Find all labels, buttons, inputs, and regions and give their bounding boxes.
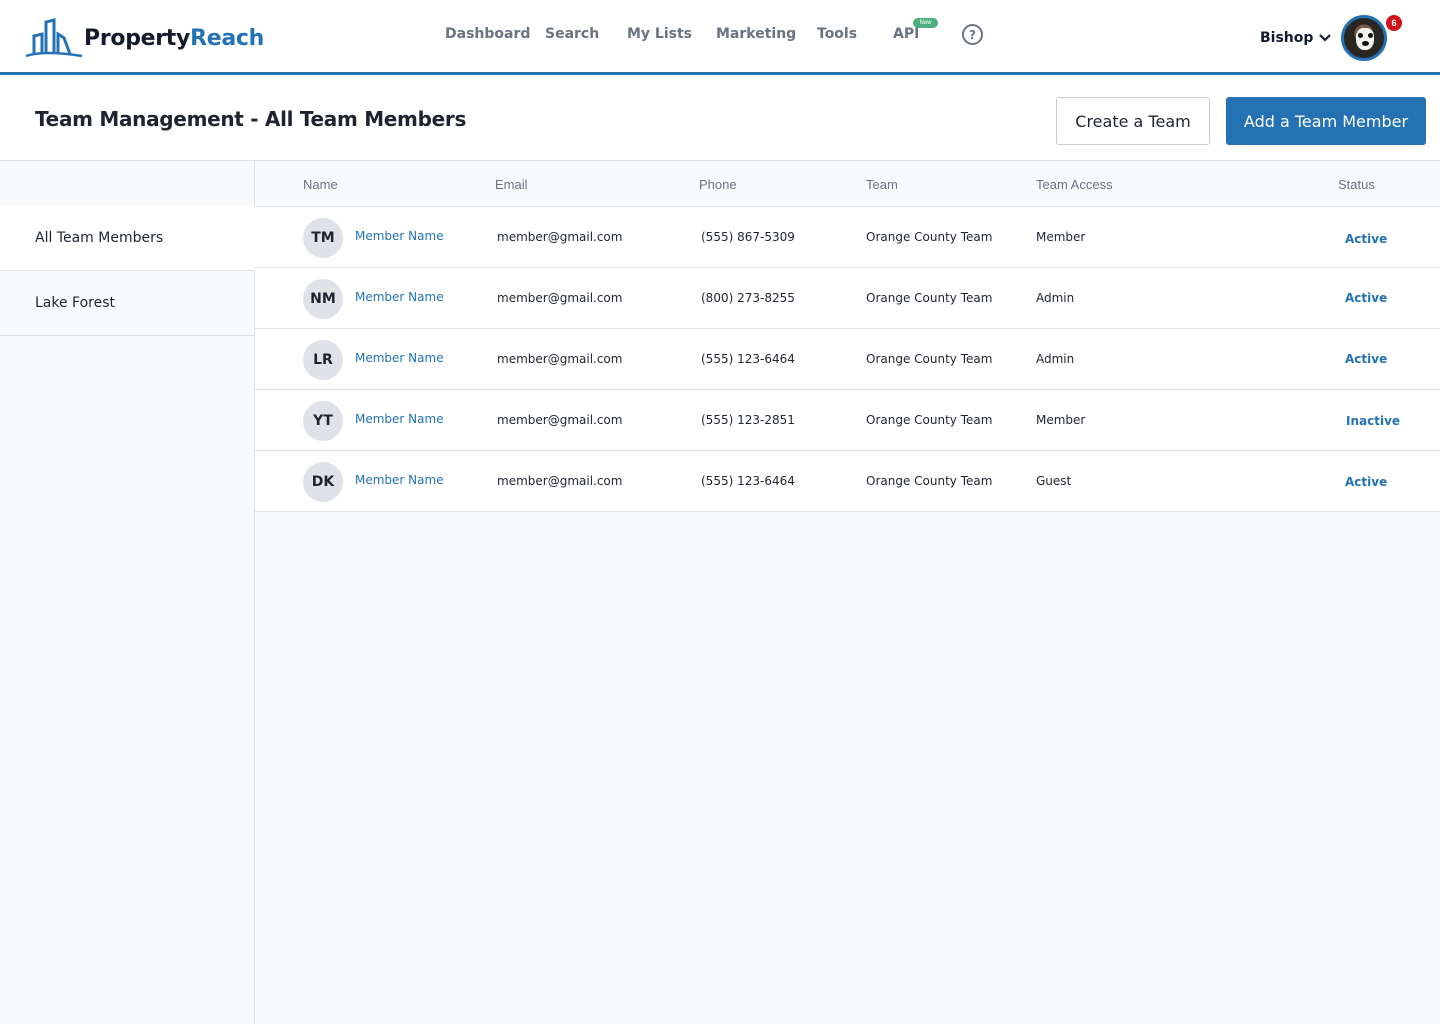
member-phone: (555) 123-2851: [701, 413, 795, 427]
top-navigation-bar: PropertyReach Dashboard Search My Lists …: [0, 0, 1440, 75]
notification-count-badge[interactable]: 6: [1386, 15, 1402, 31]
column-header-phone[interactable]: Phone: [699, 177, 737, 192]
avatar-image: [1341, 15, 1387, 61]
member-team: Orange County Team: [866, 413, 993, 427]
member-name-link[interactable]: Member Name: [355, 351, 444, 365]
member-access: Member: [1036, 413, 1086, 427]
user-name: Bishop: [1260, 30, 1314, 46]
member-email: member@gmail.com: [497, 413, 623, 427]
page-title: Team Management - All Team Members: [35, 107, 467, 131]
member-phone: (555) 123-6464: [701, 474, 795, 488]
member-access: Admin: [1036, 291, 1075, 305]
member-phone: (800) 273-8255: [701, 291, 795, 305]
nav-marketing[interactable]: Marketing: [716, 26, 796, 42]
member-initials-avatar: DK: [303, 462, 343, 502]
table-row[interactable]: TM Member Name member@gmail.com (555) 86…: [255, 207, 1440, 268]
member-access: Guest: [1036, 474, 1072, 488]
member-team: Orange County Team: [866, 474, 993, 488]
member-name-link[interactable]: Member Name: [355, 473, 444, 487]
team-sidebar: All Team Members Lake Forest: [0, 161, 255, 1024]
building-logo-icon: [25, 18, 83, 58]
team-members-table: Name Email Phone Team Team Access Status…: [255, 161, 1440, 512]
nav-my-lists[interactable]: My Lists: [627, 26, 692, 42]
help-circle-icon[interactable]: ?: [962, 24, 983, 45]
sidebar-item-all-team-members[interactable]: All Team Members: [0, 206, 255, 271]
member-email: member@gmail.com: [497, 352, 623, 366]
table-header: Name Email Phone Team Team Access Status: [255, 161, 1440, 207]
user-menu[interactable]: Bishop: [1260, 30, 1332, 46]
member-name-link[interactable]: Member Name: [355, 229, 444, 243]
member-phone: (555) 123-6464: [701, 352, 795, 366]
table-row[interactable]: YT Member Name member@gmail.com (555) 12…: [255, 390, 1440, 451]
status-badge[interactable]: Active: [1345, 475, 1387, 489]
member-initials-avatar: YT: [303, 401, 343, 441]
status-badge[interactable]: Inactive: [1346, 414, 1400, 428]
page-header: Team Management - All Team Members Creat…: [0, 75, 1440, 161]
add-team-member-button[interactable]: Add a Team Member: [1226, 97, 1426, 145]
status-badge[interactable]: Active: [1345, 291, 1387, 305]
member-name-link[interactable]: Member Name: [355, 290, 444, 304]
member-email: member@gmail.com: [497, 230, 623, 244]
nav-search[interactable]: Search: [545, 26, 599, 42]
member-team: Orange County Team: [866, 291, 993, 305]
member-initials-avatar: NM: [303, 279, 343, 319]
table-row[interactable]: LR Member Name member@gmail.com (555) 12…: [255, 329, 1440, 390]
member-phone: (555) 867-5309: [701, 230, 795, 244]
column-header-team[interactable]: Team: [866, 177, 898, 192]
column-header-name[interactable]: Name: [303, 177, 338, 192]
column-header-team-access[interactable]: Team Access: [1036, 177, 1113, 192]
nav-tools[interactable]: Tools: [817, 26, 857, 42]
new-badge: New: [913, 18, 938, 28]
nav-api[interactable]: API: [893, 26, 919, 42]
column-header-status[interactable]: Status: [1338, 177, 1375, 192]
status-badge[interactable]: Active: [1345, 352, 1387, 366]
member-initials-avatar: TM: [303, 218, 343, 258]
nav-dashboard[interactable]: Dashboard: [445, 26, 530, 42]
brand-name: PropertyReach: [84, 25, 264, 51]
column-header-email[interactable]: Email: [495, 177, 528, 192]
create-team-button[interactable]: Create a Team: [1056, 97, 1210, 145]
member-email: member@gmail.com: [497, 291, 623, 305]
status-badge[interactable]: Active: [1345, 232, 1387, 246]
avatar[interactable]: 6: [1341, 15, 1402, 61]
table-row[interactable]: NM Member Name member@gmail.com (800) 27…: [255, 268, 1440, 329]
member-team: Orange County Team: [866, 352, 993, 366]
logo[interactable]: PropertyReach: [24, 16, 264, 60]
member-initials-avatar: LR: [303, 340, 343, 380]
member-access: Admin: [1036, 352, 1075, 366]
table-row[interactable]: DK Member Name member@gmail.com (555) 12…: [255, 451, 1440, 512]
member-team: Orange County Team: [866, 230, 993, 244]
chevron-down-icon: [1319, 34, 1332, 42]
member-email: member@gmail.com: [497, 474, 623, 488]
sidebar-item-lake-forest[interactable]: Lake Forest: [0, 271, 255, 336]
member-access: Member: [1036, 230, 1086, 244]
member-name-link[interactable]: Member Name: [355, 412, 444, 426]
